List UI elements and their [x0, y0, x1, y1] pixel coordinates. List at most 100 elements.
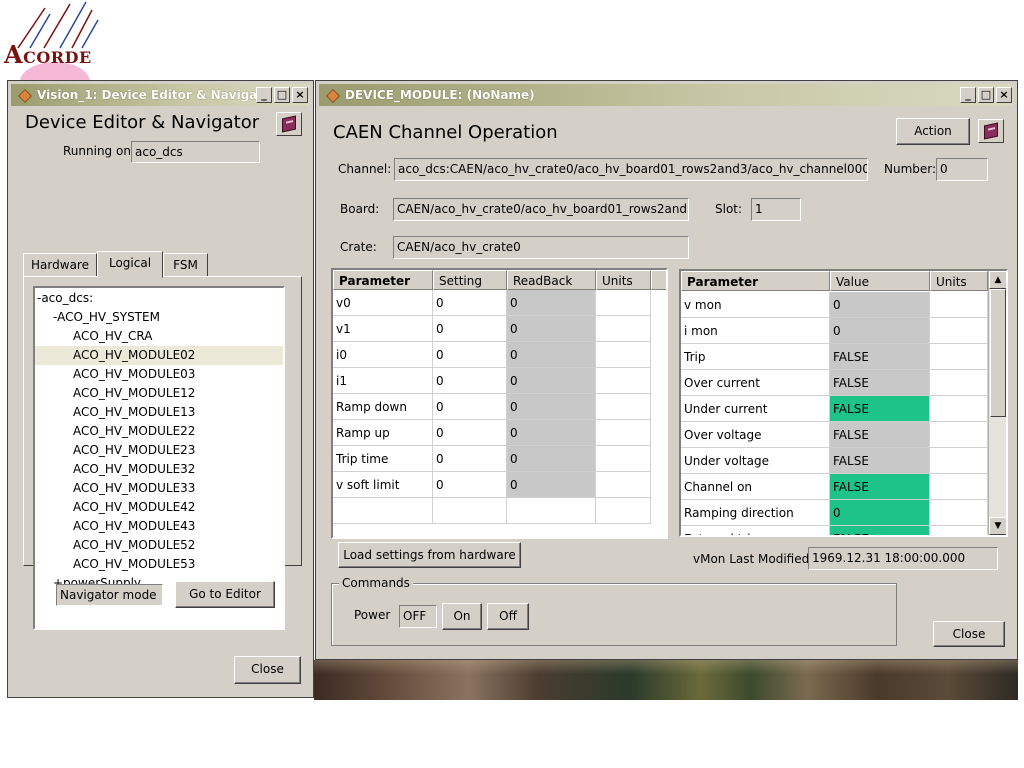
tab-logical[interactable]: Logical — [97, 251, 163, 278]
maximize-button[interactable]: □ — [274, 87, 290, 103]
tree-item-aco-hv-cra[interactable]: ACO_HV_CRA — [73, 327, 153, 346]
status-table[interactable]: Parameter Value Units v mon 0 i mon 0 Tr… — [679, 269, 1008, 537]
book-icon — [282, 115, 296, 133]
minimize-button[interactable]: _ — [960, 87, 976, 103]
power-on-button[interactable]: On — [442, 603, 482, 630]
settings-setting-cell[interactable]: 0 — [433, 342, 507, 368]
channel-field[interactable]: aco_dcs:CAEN/aco_hv_crate0/aco_hv_board0… — [394, 158, 868, 181]
status-param-cell: v mon — [681, 292, 830, 318]
tree-item-module23[interactable]: ACO_HV_MODULE23 — [73, 441, 195, 460]
tree-item-module42[interactable]: ACO_HV_MODULE42 — [73, 498, 195, 517]
settings-readback-cell: 0 — [507, 290, 596, 316]
settings-empty-cell — [596, 498, 651, 524]
settings-setting-cell[interactable]: 0 — [433, 472, 507, 498]
action-button[interactable]: Action — [896, 118, 970, 145]
settings-param-cell: i1 — [333, 368, 433, 394]
scroll-thumb[interactable] — [990, 289, 1006, 417]
scroll-up-arrow-icon[interactable]: ▲ — [989, 271, 1006, 289]
app-diamond-icon — [325, 88, 339, 102]
status-units-cell — [930, 474, 988, 500]
settings-units-cell — [596, 472, 651, 498]
settings-header-units[interactable]: Units — [596, 270, 651, 290]
tree-item-module13[interactable]: ACO_HV_MODULE13 — [73, 403, 195, 422]
running-on-field[interactable]: aco_dcs — [131, 141, 260, 163]
settings-readback-cell: 0 — [507, 342, 596, 368]
crate-field[interactable]: CAEN/aco_hv_crate0 — [393, 236, 689, 259]
settings-setting-cell[interactable]: 0 — [433, 446, 507, 472]
status-header-parameter[interactable]: Parameter — [681, 271, 830, 291]
tree-item-module33[interactable]: ACO_HV_MODULE33 — [73, 479, 195, 498]
tree-item-module43[interactable]: ACO_HV_MODULE43 — [73, 517, 195, 536]
status-value-cell: FALSE — [830, 448, 930, 474]
status-value-cell-highlighted: 0 — [830, 500, 930, 526]
navigator-close-button[interactable]: Close — [234, 656, 301, 684]
device-module-window: DEVICE_MODULE: (NoName) _ □ × CAEN Chann… — [315, 80, 1018, 660]
status-header-value[interactable]: Value — [830, 271, 930, 291]
status-param-cell: i mon — [681, 318, 830, 344]
status-units-cell — [930, 448, 988, 474]
tree-item-aco-dcs[interactable]: -aco_dcs: — [37, 289, 93, 308]
settings-param-cell: i0 — [333, 342, 433, 368]
status-header-units[interactable]: Units — [930, 271, 988, 291]
channel-label: Channel: — [338, 162, 392, 176]
tree-item-aco-hv-system[interactable]: -ACO_HV_SYSTEM — [53, 308, 160, 327]
tree-item-module52[interactable]: ACO_HV_MODULE52 — [73, 536, 195, 555]
minimize-button[interactable]: _ — [256, 87, 272, 103]
number-field[interactable]: 0 — [936, 158, 988, 181]
settings-units-cell — [596, 420, 651, 446]
tree-item-module22[interactable]: ACO_HV_MODULE22 — [73, 422, 195, 441]
status-units-cell — [930, 396, 988, 422]
settings-header-filler — [651, 270, 666, 290]
settings-header-parameter[interactable]: Parameter — [333, 270, 433, 290]
status-units-cell — [930, 500, 988, 526]
power-off-button[interactable]: Off — [487, 603, 529, 630]
settings-setting-cell[interactable]: 0 — [433, 290, 507, 316]
load-settings-button[interactable]: Load settings from hardware — [338, 542, 521, 568]
settings-setting-cell[interactable]: 0 — [433, 316, 507, 342]
device-module-window-title: DEVICE_MODULE: (NoName) — [345, 88, 535, 102]
go-to-editor-button[interactable]: Go to Editor — [175, 581, 275, 608]
help-book-button[interactable] — [978, 119, 1004, 143]
tree-item-module53[interactable]: ACO_HV_MODULE53 — [73, 555, 195, 574]
settings-units-cell — [596, 368, 651, 394]
help-book-button[interactable] — [276, 112, 302, 136]
device-module-titlebar[interactable]: DEVICE_MODULE: (NoName) _ □ × — [319, 84, 1014, 106]
status-value-cell: FALSE — [830, 344, 930, 370]
settings-table[interactable]: Parameter Setting ReadBack Units v0 0 0 … — [331, 268, 668, 539]
tree-item-selected-module02[interactable]: ACO_HV_MODULE02 — [35, 346, 283, 365]
tab-hardware[interactable]: Hardware — [23, 253, 97, 277]
book-icon — [984, 122, 998, 140]
running-on-label: Running on: — [63, 144, 135, 158]
scroll-down-arrow-icon[interactable]: ▼ — [989, 517, 1006, 535]
tree-item-module12[interactable]: ACO_HV_MODULE12 — [73, 384, 195, 403]
settings-setting-cell[interactable]: 0 — [433, 420, 507, 446]
status-table-scrollbar[interactable]: ▲ ▼ — [988, 271, 1006, 535]
crate-label: Crate: — [340, 240, 377, 254]
settings-setting-cell[interactable]: 0 — [433, 368, 507, 394]
slot-field[interactable]: 1 — [751, 198, 801, 221]
settings-setting-cell[interactable]: 0 — [433, 394, 507, 420]
power-label: Power — [354, 608, 391, 622]
tree-item-module32[interactable]: ACO_HV_MODULE32 — [73, 460, 195, 479]
device-tree[interactable]: -aco_dcs: -ACO_HV_SYSTEM ACO_HV_CRA ACO_… — [33, 286, 285, 630]
close-window-button[interactable]: × — [292, 87, 308, 103]
navigator-window-title: Vision_1: Device Editor & Navigator — [37, 88, 256, 102]
status-value-cell: FALSE — [830, 422, 930, 448]
settings-param-cell: Ramp down — [333, 394, 433, 420]
status-units-cell — [930, 526, 988, 535]
settings-header-setting[interactable]: Setting — [433, 270, 507, 290]
maximize-button[interactable]: □ — [978, 87, 994, 103]
close-window-button[interactable]: × — [996, 87, 1012, 103]
status-units-cell — [930, 422, 988, 448]
settings-header-readback[interactable]: ReadBack — [507, 270, 596, 290]
navigator-mode-field: Navigator mode — [56, 584, 163, 606]
navigator-titlebar[interactable]: Vision_1: Device Editor & Navigator _ □ … — [11, 84, 310, 106]
board-field[interactable]: CAEN/aco_hv_crate0/aco_hv_board01_rows2a… — [393, 198, 689, 221]
tab-fsm[interactable]: FSM — [163, 253, 208, 277]
status-value-cell-highlighted: FALSE — [830, 474, 930, 500]
tree-item-module03[interactable]: ACO_HV_MODULE03 — [73, 365, 195, 384]
settings-units-cell — [596, 290, 651, 316]
device-module-close-button[interactable]: Close — [933, 621, 1005, 647]
settings-units-cell — [596, 316, 651, 342]
navigator-window: Vision_1: Device Editor & Navigator _ □ … — [7, 80, 314, 698]
